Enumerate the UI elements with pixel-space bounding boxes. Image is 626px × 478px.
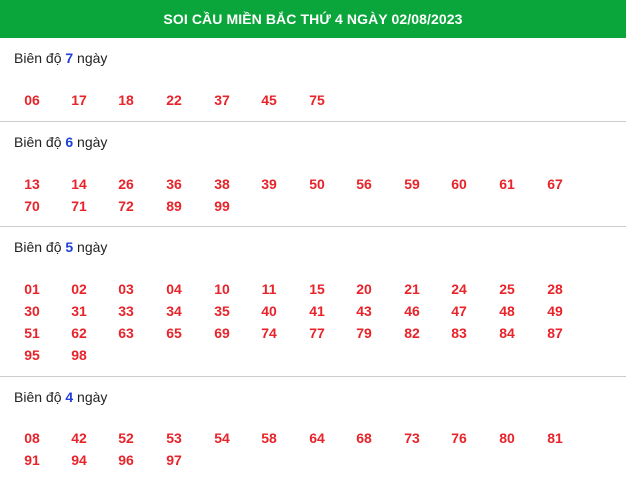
lottery-number: 60: [451, 176, 467, 192]
lottery-number: 33: [118, 303, 134, 319]
lottery-number: 46: [404, 303, 420, 319]
section-title: Biên độ 5 ngày: [14, 239, 107, 255]
lottery-number: 52: [118, 430, 134, 446]
lottery-number: 25: [499, 281, 515, 297]
lottery-number: 11: [261, 281, 277, 297]
section-span-value: 5: [65, 239, 74, 255]
lottery-number: 87: [547, 325, 563, 341]
lottery-number: 77: [309, 325, 325, 341]
section-label-prefix: Biên độ: [14, 134, 66, 150]
lottery-number: 74: [261, 325, 277, 341]
lottery-number: 03: [118, 281, 134, 297]
lottery-number: 31: [71, 303, 87, 319]
section-divider: [0, 226, 626, 227]
lottery-number: 22: [166, 92, 182, 108]
lottery-number: 45: [261, 92, 277, 108]
lottery-number: 70: [24, 198, 40, 214]
lottery-number: 10: [214, 281, 230, 297]
lottery-number: 01: [24, 281, 40, 297]
lottery-number: 53: [166, 430, 182, 446]
lottery-number: 41: [309, 303, 325, 319]
header-title: SOI CẦU MIỀN BẮC THỨ 4 NGÀY 02/08/2023: [163, 11, 463, 27]
lottery-number: 37: [214, 92, 230, 108]
lottery-number: 97: [166, 452, 182, 468]
lottery-number: 62: [71, 325, 87, 341]
lottery-number: 47: [451, 303, 467, 319]
section-label-prefix: Biên độ: [14, 389, 66, 405]
lottery-number: 56: [356, 176, 372, 192]
lottery-number: 96: [118, 452, 134, 468]
lottery-number: 83: [451, 325, 467, 341]
lottery-number: 26: [118, 176, 134, 192]
lottery-number: 69: [214, 325, 230, 341]
lottery-number: 21: [404, 281, 420, 297]
section-title: Biên độ 6 ngày: [14, 134, 107, 150]
lottery-number: 28: [547, 281, 563, 297]
section-title: Biên độ 7 ngày: [14, 50, 107, 66]
lottery-number: 51: [24, 325, 40, 341]
lottery-number: 75: [309, 92, 325, 108]
lottery-number: 76: [451, 430, 467, 446]
lottery-number: 73: [404, 430, 420, 446]
section-label-suffix: ngày: [73, 389, 108, 405]
lottery-number: 30: [24, 303, 40, 319]
section-divider: [0, 376, 626, 377]
section-label-prefix: Biên độ: [14, 239, 66, 255]
lottery-number: 63: [118, 325, 134, 341]
lottery-number: 40: [261, 303, 277, 319]
lottery-number: 67: [547, 176, 563, 192]
section-label-suffix: ngày: [73, 50, 108, 66]
lottery-number: 06: [24, 92, 40, 108]
lottery-number: 13: [24, 176, 40, 192]
lottery-number: 82: [404, 325, 420, 341]
lottery-number: 48: [499, 303, 515, 319]
lottery-number: 35: [214, 303, 230, 319]
lottery-number: 64: [309, 430, 325, 446]
section-span-value: 4: [65, 389, 74, 405]
lottery-number: 50: [309, 176, 325, 192]
lottery-number: 98: [71, 347, 87, 363]
lottery-number: 15: [309, 281, 325, 297]
lottery-number: 68: [356, 430, 372, 446]
section-span-value: 7: [65, 50, 74, 66]
lottery-number: 42: [71, 430, 87, 446]
lottery-number: 17: [71, 92, 87, 108]
lottery-number: 79: [356, 325, 372, 341]
lottery-number: 08: [24, 430, 40, 446]
lottery-number: 04: [166, 281, 182, 297]
lottery-number: 80: [499, 430, 515, 446]
lottery-number: 49: [547, 303, 563, 319]
section-label-suffix: ngày: [73, 239, 108, 255]
lottery-number: 36: [166, 176, 182, 192]
lottery-number: 72: [118, 198, 134, 214]
lottery-number: 18: [118, 92, 134, 108]
lottery-number: 59: [404, 176, 420, 192]
lottery-number: 02: [71, 281, 87, 297]
lottery-number: 95: [24, 347, 40, 363]
lottery-number: 34: [166, 303, 182, 319]
lottery-number: 39: [261, 176, 277, 192]
lottery-number: 58: [261, 430, 277, 446]
lottery-number: 20: [356, 281, 372, 297]
lottery-number: 65: [166, 325, 182, 341]
lottery-number: 43: [356, 303, 372, 319]
lottery-number: 38: [214, 176, 230, 192]
lottery-number: 94: [71, 452, 87, 468]
section-label-suffix: ngày: [73, 134, 108, 150]
lottery-number: 61: [499, 176, 515, 192]
page-header: SOI CẦU MIỀN BẮC THỨ 4 NGÀY 02/08/2023: [0, 0, 626, 38]
lottery-number: 99: [214, 198, 230, 214]
lottery-number: 54: [214, 430, 230, 446]
section-span-value: 6: [65, 134, 74, 150]
lottery-number: 71: [71, 198, 87, 214]
lottery-number: 89: [166, 198, 182, 214]
lottery-number: 91: [24, 452, 40, 468]
lottery-number: 24: [451, 281, 467, 297]
section-divider: [0, 121, 626, 122]
lottery-number: 84: [499, 325, 515, 341]
section-title: Biên độ 4 ngày: [14, 389, 107, 405]
lottery-number: 14: [71, 176, 87, 192]
section-label-prefix: Biên độ: [14, 50, 66, 66]
lottery-number: 81: [547, 430, 563, 446]
